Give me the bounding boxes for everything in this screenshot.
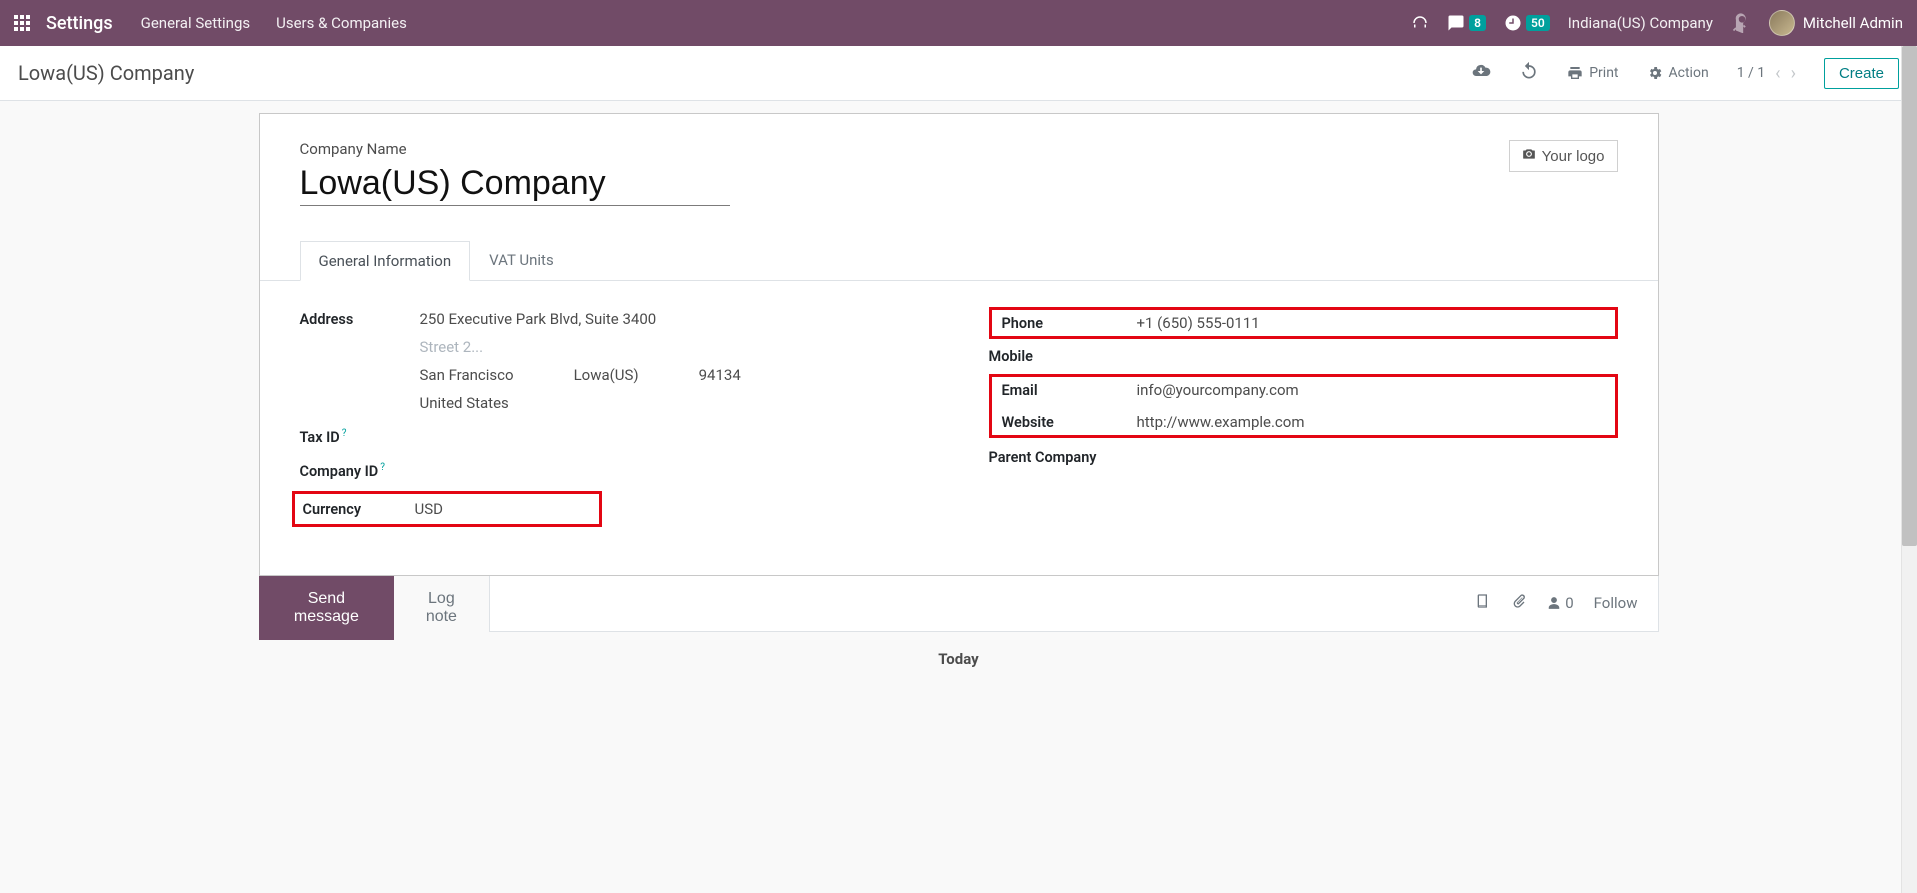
messages-icon[interactable]: 8 [1447, 14, 1486, 32]
address-country[interactable]: United States [420, 394, 929, 412]
attachment-icon[interactable] [1511, 593, 1527, 613]
debug-icon[interactable] [1731, 13, 1751, 33]
create-button[interactable]: Create [1824, 58, 1899, 89]
label-parent-company: Parent Company [989, 449, 1124, 466]
address-city[interactable]: San Francisco [420, 366, 514, 384]
scrollbar[interactable] [1901, 46, 1917, 893]
your-logo-button[interactable]: Your logo [1509, 140, 1618, 172]
help-icon[interactable]: ? [342, 428, 347, 439]
form-sheet: Company Name Your logo General Informati… [259, 113, 1659, 576]
send-message-button[interactable]: Send message [259, 576, 395, 640]
label-mobile: Mobile [989, 348, 1124, 365]
log-note-button[interactable]: Log note [394, 576, 488, 640]
company-switcher[interactable]: Indiana(US) Company [1568, 14, 1713, 32]
tabs: General Information VAT Units [260, 240, 1658, 281]
followers-count[interactable]: 0 [1547, 594, 1573, 612]
address-street[interactable]: 250 Executive Park Blvd, Suite 3400 [420, 310, 929, 328]
app-brand[interactable]: Settings [46, 13, 113, 34]
phone-field[interactable]: +1 (650) 555-0111 [1137, 314, 1605, 332]
user-menu[interactable]: Mitchell Admin [1769, 10, 1903, 36]
form-left-column: Address 250 Executive Park Blvd, Suite 3… [300, 305, 929, 527]
messages-badge: 8 [1469, 15, 1486, 31]
form-right-column: Phone +1 (650) 555-0111 Mobile Email inf… [989, 305, 1618, 527]
discard-icon[interactable] [1519, 61, 1539, 85]
label-phone: Phone [1002, 315, 1137, 332]
company-name-input[interactable] [300, 164, 730, 206]
action-button[interactable]: Action [1647, 65, 1709, 81]
label-currency: Currency [303, 501, 415, 518]
breadcrumb[interactable]: Lowa(US) Company [18, 61, 194, 85]
pager-prev-icon[interactable]: ‹ [1775, 63, 1780, 84]
website-field[interactable]: http://www.example.com [1137, 413, 1605, 431]
help-icon[interactable]: ? [380, 462, 385, 473]
address-state[interactable]: Lowa(US) [574, 366, 639, 384]
user-name: Mitchell Admin [1803, 14, 1903, 32]
action-label: Action [1669, 65, 1709, 81]
address-zip[interactable]: 94134 [699, 366, 741, 384]
nav-general-settings[interactable]: General Settings [141, 14, 251, 32]
scrollbar-thumb[interactable] [1902, 46, 1917, 546]
your-logo-label: Your logo [1542, 148, 1605, 165]
pager: 1 / 1 ‹ › [1737, 63, 1796, 84]
top-navbar: Settings General Settings Users & Compan… [0, 0, 1917, 46]
book-icon[interactable] [1475, 593, 1491, 613]
today-separator: Today [259, 650, 1659, 668]
apps-icon[interactable] [14, 15, 30, 31]
address-street2[interactable]: Street 2... [420, 338, 929, 356]
pager-next-icon[interactable]: › [1791, 63, 1796, 84]
label-taxid: Tax ID? [300, 428, 420, 446]
label-email: Email [1002, 382, 1137, 399]
print-button[interactable]: Print [1567, 65, 1618, 81]
label-website: Website [1002, 414, 1137, 431]
tab-vat-units[interactable]: VAT Units [470, 240, 573, 280]
activities-badge: 50 [1526, 15, 1550, 31]
label-companyid: Company ID? [300, 462, 420, 480]
control-bar: Lowa(US) Company Print Action 1 / 1 ‹ › … [0, 46, 1917, 101]
pager-text: 1 / 1 [1737, 65, 1765, 81]
camera-icon [1522, 147, 1536, 165]
company-name-label: Company Name [300, 140, 730, 158]
currency-field[interactable]: USD [415, 500, 591, 518]
tab-general-information[interactable]: General Information [300, 241, 471, 281]
follow-button[interactable]: Follow [1594, 594, 1638, 612]
activities-icon[interactable]: 50 [1504, 14, 1550, 32]
chatter: Send message Log note 0 Follow [259, 576, 1659, 640]
cloud-upload-icon[interactable] [1471, 61, 1491, 85]
voip-icon[interactable] [1411, 14, 1429, 32]
nav-users-companies[interactable]: Users & Companies [276, 14, 407, 32]
print-label: Print [1589, 65, 1618, 81]
avatar [1769, 10, 1795, 36]
label-address: Address [300, 311, 420, 328]
email-field[interactable]: info@yourcompany.com [1137, 381, 1605, 399]
